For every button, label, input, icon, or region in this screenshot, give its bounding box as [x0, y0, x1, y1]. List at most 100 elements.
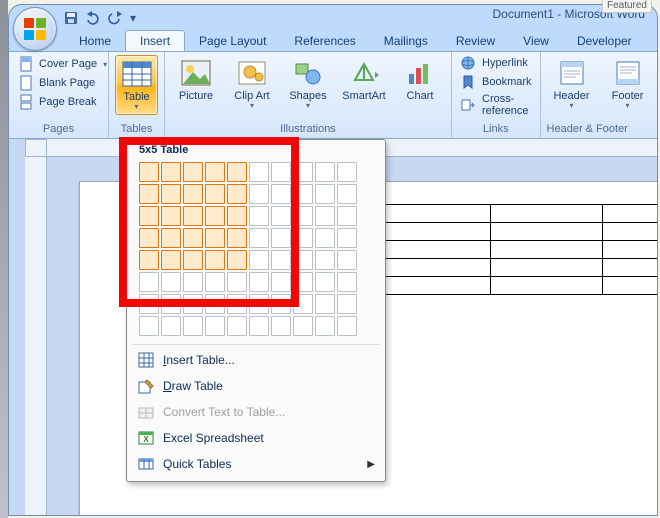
grid-cell[interactable] — [337, 228, 357, 248]
grid-cell[interactable] — [249, 294, 269, 314]
grid-cell[interactable] — [271, 294, 291, 314]
qat-customize-button[interactable]: ▾ — [127, 9, 139, 27]
grid-cell[interactable] — [183, 250, 203, 270]
qat-save-button[interactable] — [61, 9, 81, 27]
grid-cell[interactable] — [337, 250, 357, 270]
grid-cell[interactable] — [337, 162, 357, 182]
shapes-button[interactable]: Shapes — [283, 55, 333, 113]
chart-button[interactable]: Chart — [395, 55, 445, 113]
grid-cell[interactable] — [161, 228, 181, 248]
grid-cell[interactable] — [271, 184, 291, 204]
grid-cell[interactable] — [293, 162, 313, 182]
grid-cell[interactable] — [227, 184, 247, 204]
grid-cell[interactable] — [337, 184, 357, 204]
grid-cell[interactable] — [293, 294, 313, 314]
grid-cell[interactable] — [227, 162, 247, 182]
grid-cell[interactable] — [337, 272, 357, 292]
grid-cell[interactable] — [227, 228, 247, 248]
grid-cell[interactable] — [271, 162, 291, 182]
tab-insert[interactable]: Insert — [125, 30, 185, 51]
grid-cell[interactable] — [139, 272, 159, 292]
grid-cell[interactable] — [249, 184, 269, 204]
tab-page-layout[interactable]: Page Layout — [185, 31, 280, 51]
grid-cell[interactable] — [139, 206, 159, 226]
grid-cell[interactable] — [183, 316, 203, 336]
picture-button[interactable]: Picture — [171, 55, 221, 113]
grid-cell[interactable] — [337, 294, 357, 314]
grid-cell[interactable] — [249, 228, 269, 248]
grid-cell[interactable] — [139, 184, 159, 204]
tab-developer[interactable]: Developer — [563, 31, 646, 51]
grid-cell[interactable] — [139, 316, 159, 336]
grid-cell[interactable] — [183, 294, 203, 314]
grid-cell[interactable] — [205, 228, 225, 248]
grid-cell[interactable] — [161, 316, 181, 336]
grid-cell[interactable] — [227, 316, 247, 336]
grid-cell[interactable] — [271, 272, 291, 292]
grid-cell[interactable] — [161, 162, 181, 182]
grid-cell[interactable] — [337, 206, 357, 226]
grid-cell[interactable] — [249, 206, 269, 226]
grid-cell[interactable] — [161, 184, 181, 204]
grid-cell[interactable] — [139, 294, 159, 314]
grid-cell[interactable] — [315, 316, 335, 336]
grid-cell[interactable] — [161, 272, 181, 292]
page-break-button[interactable]: Page Break — [15, 93, 111, 111]
grid-cell[interactable] — [293, 228, 313, 248]
tab-review[interactable]: Review — [442, 31, 509, 51]
hyperlink-button[interactable]: Hyperlink — [458, 55, 534, 71]
grid-cell[interactable] — [227, 294, 247, 314]
qat-undo-button[interactable] — [83, 9, 103, 27]
grid-cell[interactable] — [249, 250, 269, 270]
grid-cell[interactable] — [249, 162, 269, 182]
qat-redo-button[interactable] — [105, 9, 125, 27]
cross-reference-button[interactable]: Cross-reference — [458, 93, 534, 117]
grid-cell[interactable] — [161, 250, 181, 270]
grid-cell[interactable] — [293, 316, 313, 336]
grid-cell[interactable] — [293, 206, 313, 226]
grid-cell[interactable] — [227, 272, 247, 292]
blank-page-button[interactable]: Blank Page — [15, 74, 111, 92]
excel-spreadsheet-menu-item[interactable]: X Excel Spreadsheet — [127, 425, 385, 451]
grid-cell[interactable] — [161, 294, 181, 314]
grid-cell[interactable] — [205, 250, 225, 270]
grid-cell[interactable] — [205, 206, 225, 226]
grid-cell[interactable] — [205, 272, 225, 292]
footer-button[interactable]: Footer — [603, 55, 653, 113]
grid-cell[interactable] — [315, 294, 335, 314]
grid-cell[interactable] — [205, 316, 225, 336]
office-button[interactable] — [13, 7, 57, 51]
grid-cell[interactable] — [205, 184, 225, 204]
grid-cell[interactable] — [205, 162, 225, 182]
grid-cell[interactable] — [183, 228, 203, 248]
grid-cell[interactable] — [183, 272, 203, 292]
grid-cell[interactable] — [183, 206, 203, 226]
grid-cell[interactable] — [183, 184, 203, 204]
draw-table-menu-item[interactable]: Draw Table — [127, 373, 385, 399]
grid-cell[interactable] — [227, 206, 247, 226]
grid-cell[interactable] — [249, 316, 269, 336]
tab-home[interactable]: Home — [65, 31, 125, 51]
quick-tables-menu-item[interactable]: Quick Tables ▶ — [127, 451, 385, 477]
grid-cell[interactable] — [315, 162, 335, 182]
grid-cell[interactable] — [139, 228, 159, 248]
bookmark-button[interactable]: Bookmark — [458, 74, 534, 90]
grid-cell[interactable] — [293, 272, 313, 292]
insert-table-menu-item[interactable]: Insert Table... — [127, 347, 385, 373]
grid-cell[interactable] — [271, 228, 291, 248]
table-grid-picker[interactable] — [139, 162, 375, 336]
tab-view[interactable]: View — [509, 31, 563, 51]
ruler-vertical[interactable] — [25, 157, 47, 515]
grid-cell[interactable] — [315, 228, 335, 248]
grid-cell[interactable] — [315, 184, 335, 204]
grid-cell[interactable] — [315, 206, 335, 226]
grid-cell[interactable] — [139, 250, 159, 270]
grid-cell[interactable] — [337, 316, 357, 336]
grid-cell[interactable] — [205, 294, 225, 314]
table-button[interactable]: Table — [115, 55, 158, 115]
grid-cell[interactable] — [183, 162, 203, 182]
grid-cell[interactable] — [161, 206, 181, 226]
grid-cell[interactable] — [139, 162, 159, 182]
tab-references[interactable]: References — [280, 31, 369, 51]
cover-page-button[interactable]: Cover Page ▾ — [15, 55, 111, 73]
